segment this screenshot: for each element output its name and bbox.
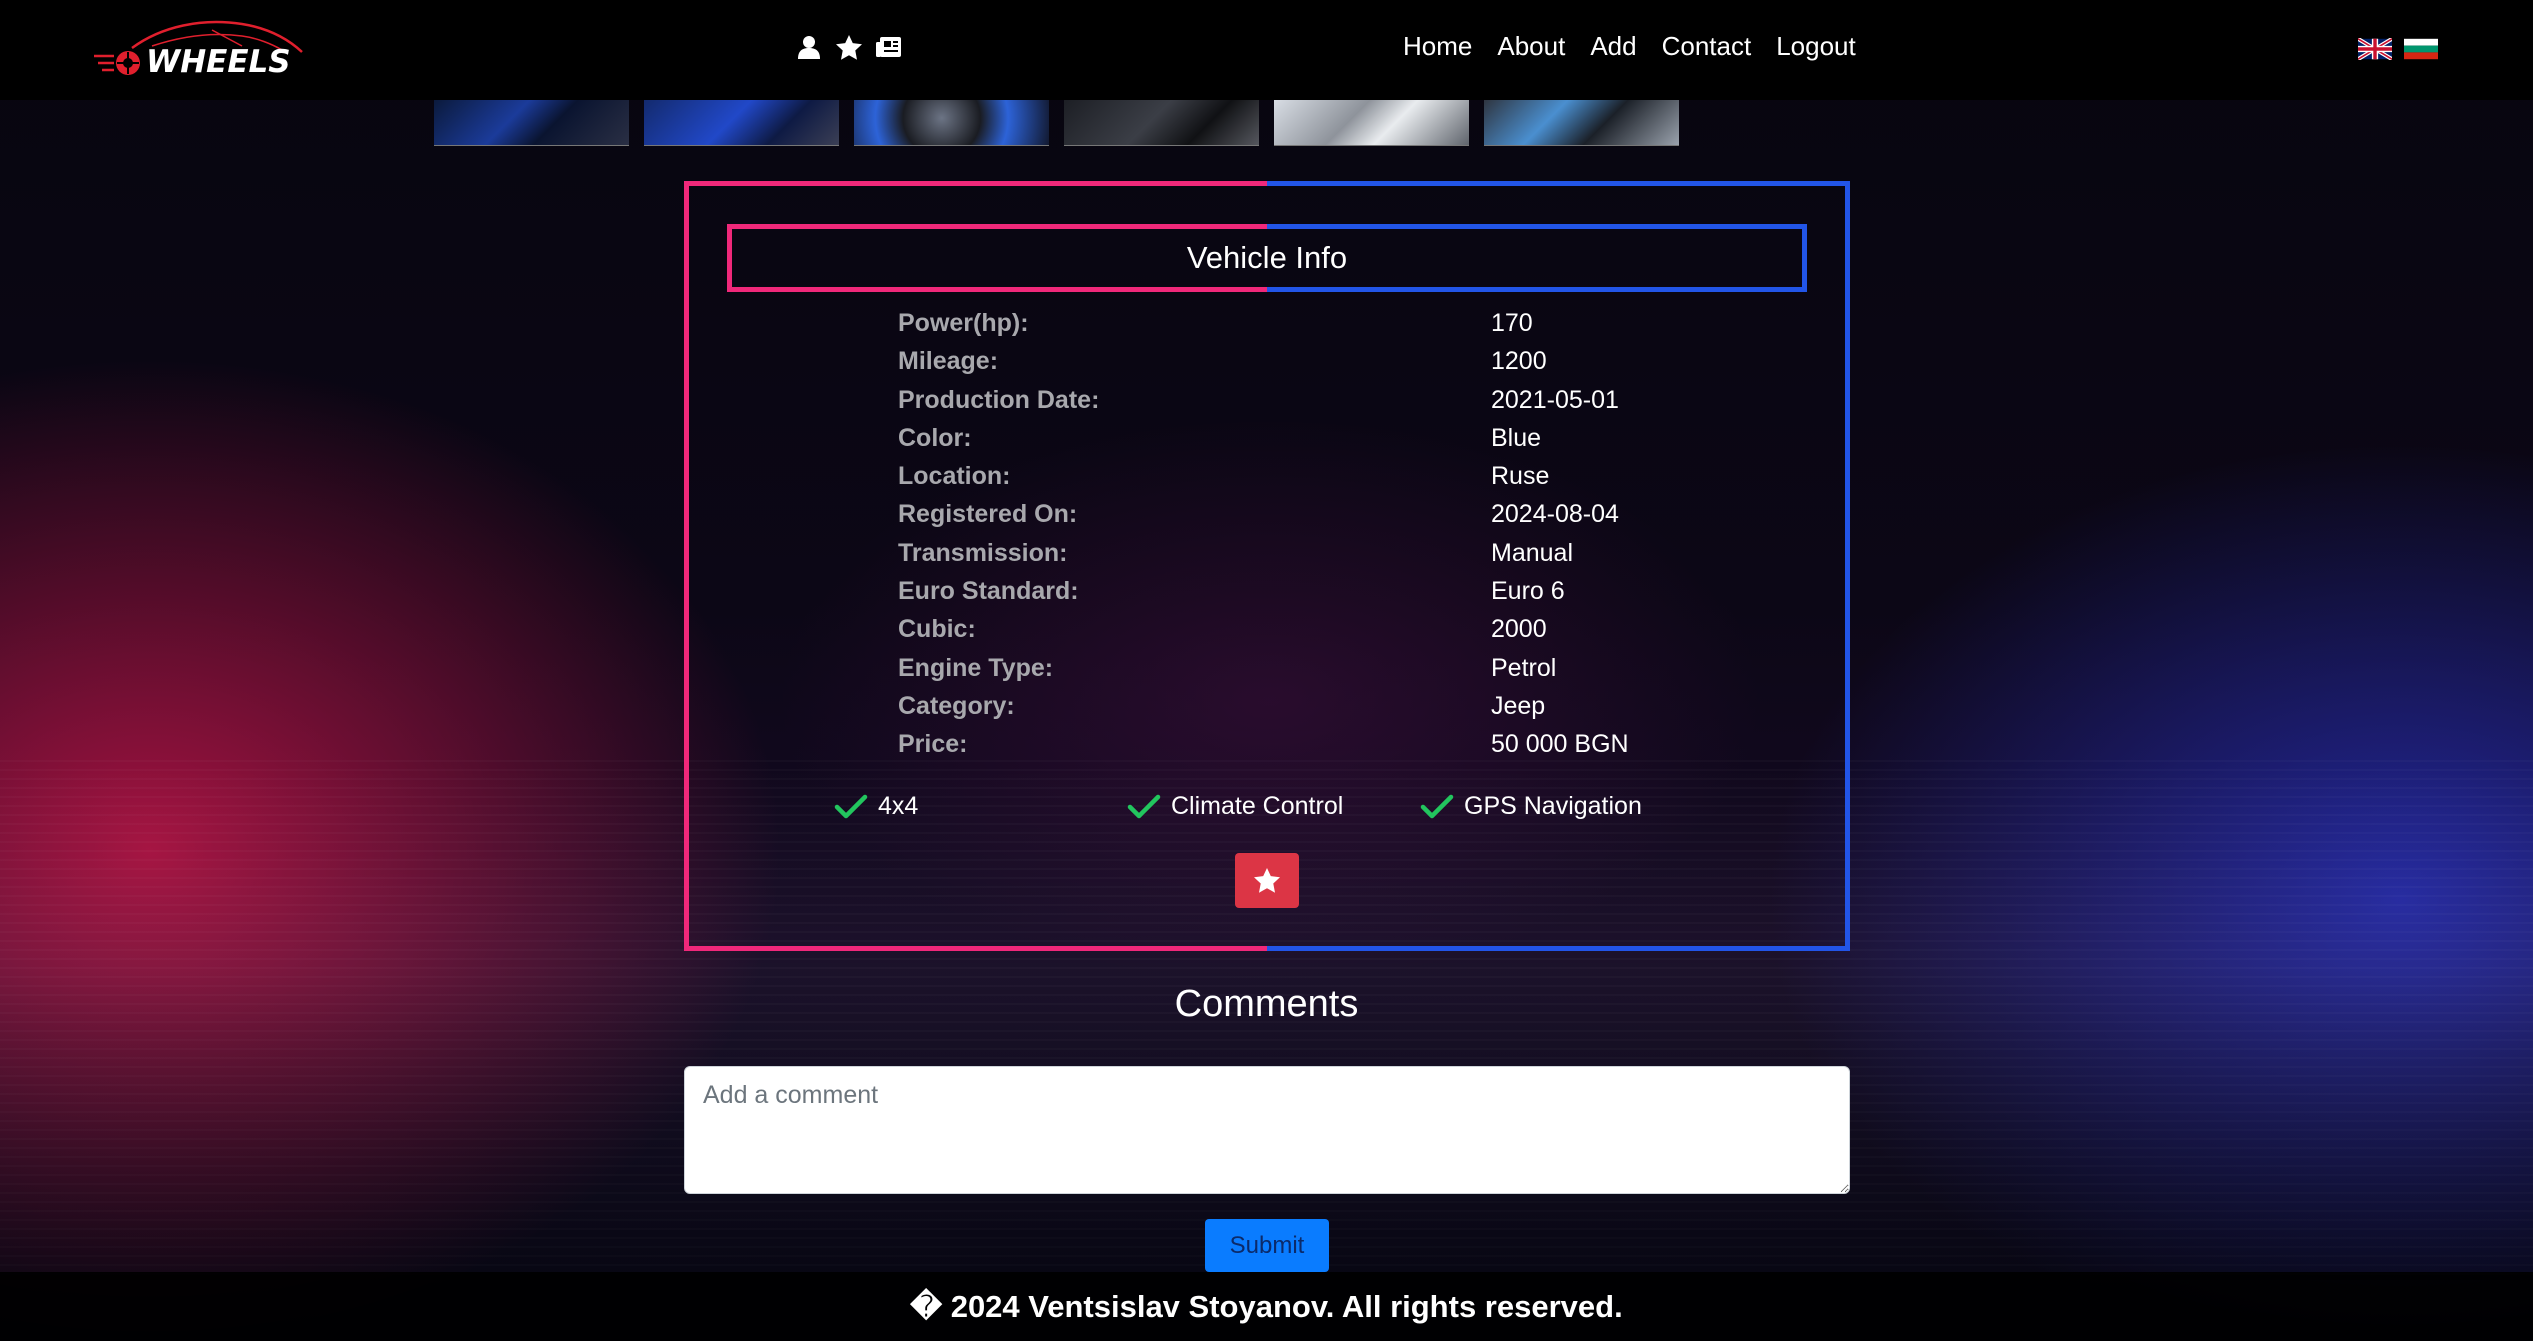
spec-label: Category: — [898, 691, 1015, 720]
comment-input[interactable] — [684, 1066, 1850, 1194]
spec-label: Power(hp): — [898, 309, 1029, 337]
spec-row-mileage: Mileage: 1200 — [898, 347, 1658, 385]
spec-row-location: Location: Ruse — [898, 462, 1658, 500]
spec-row-transmission: Transmission: Manual — [898, 539, 1658, 577]
gallery-thumbnail[interactable] — [854, 100, 1049, 146]
card-title: Vehicle Info — [1186, 240, 1348, 275]
nav-icon-group — [796, 34, 902, 60]
spec-value: Jeep — [1491, 691, 1546, 720]
check-icon — [834, 794, 868, 818]
spec-label: Engine Type: — [898, 653, 1054, 682]
spec-label: Registered On: — [898, 500, 1078, 529]
footer: � 2024 Ventsislav Stoyanov. All rights r… — [0, 1272, 2533, 1341]
spec-label: Transmission: — [898, 538, 1068, 567]
spec-row-registered-on: Registered On: 2024-08-04 — [898, 500, 1658, 538]
uk-flag-icon[interactable] — [2358, 38, 2392, 60]
spec-label: Euro Standard: — [898, 577, 1079, 606]
gallery-thumbnail[interactable] — [1064, 100, 1259, 146]
gallery-thumbnail[interactable] — [434, 100, 629, 146]
spec-row-engine-type: Engine Type: Petrol — [898, 654, 1658, 692]
spec-row-power: Power(hp): 170 — [898, 309, 1658, 347]
feature-list: 4x4 Climate Control GPS Navigation — [834, 792, 1713, 821]
feature-item: Climate Control — [1127, 792, 1420, 821]
brand-name: WHEELS — [146, 44, 291, 80]
nav-link-logout[interactable]: Logout — [1776, 31, 1856, 62]
check-icon — [1127, 794, 1161, 818]
spec-value: Blue — [1491, 423, 1542, 452]
feature-label: GPS Navigation — [1464, 792, 1642, 820]
spec-row-price: Price: 50 000 BGN — [898, 730, 1658, 768]
nav-link-home[interactable]: Home — [1403, 31, 1472, 62]
spec-row-color: Color: Blue — [898, 424, 1658, 462]
spec-row-cubic: Cubic: 2000 — [898, 615, 1658, 653]
spec-label: Mileage: — [898, 347, 999, 376]
brand-logo[interactable]: WHEELS — [92, 16, 312, 82]
spec-value: Ruse — [1491, 462, 1550, 491]
check-icon — [1420, 794, 1454, 818]
feature-item: GPS Navigation — [1420, 792, 1713, 821]
nav-link-about[interactable]: About — [1497, 31, 1565, 62]
nav-links: Home About Add Contact Logout — [1403, 31, 1856, 62]
spec-label: Cubic: — [898, 615, 976, 644]
card-title-box: Vehicle Info — [727, 224, 1807, 292]
spec-label: Location: — [898, 462, 1011, 491]
spec-label: Color: — [898, 423, 972, 452]
nav-link-add[interactable]: Add — [1590, 31, 1636, 62]
vehicle-info-card: Vehicle Info Power(hp): 170 Mileage: 120… — [684, 181, 1850, 951]
spec-row-category: Category: Jeep — [898, 692, 1658, 730]
feature-label: 4x4 — [878, 792, 919, 820]
spec-value: Euro 6 — [1491, 577, 1565, 606]
feature-label: Climate Control — [1171, 792, 1344, 820]
spec-value: 2024-08-04 — [1491, 500, 1619, 529]
spec-list: Power(hp): 170 Mileage: 1200 Production … — [898, 309, 1658, 769]
language-switcher — [2358, 38, 2438, 60]
spec-value: Manual — [1491, 538, 1573, 567]
spec-value: 2021-05-01 — [1491, 385, 1619, 414]
add-to-favorites-button[interactable] — [1235, 853, 1299, 908]
spec-value: 170 — [1491, 309, 1533, 337]
spec-value: Petrol — [1491, 653, 1557, 682]
spec-label: Production Date: — [898, 385, 1100, 414]
spec-value: 1200 — [1491, 347, 1547, 376]
gallery-thumbnail[interactable] — [1484, 100, 1679, 146]
spec-label: Price: — [898, 730, 968, 759]
copyright-text: � 2024 Ventsislav Stoyanov. All rights r… — [910, 1288, 1623, 1324]
spec-row-production-date: Production Date: 2021-05-01 — [898, 386, 1658, 424]
submit-comment-button[interactable]: Submit — [1205, 1219, 1329, 1272]
gallery-thumbnail[interactable] — [1274, 100, 1469, 146]
nav-link-contact[interactable]: Contact — [1662, 31, 1752, 62]
newspaper-icon[interactable] — [876, 34, 902, 60]
star-icon[interactable] — [836, 34, 862, 60]
feature-item: 4x4 — [834, 792, 1127, 821]
spec-value: 50 000 BGN — [1491, 730, 1629, 759]
bulgaria-flag-icon[interactable] — [2404, 38, 2438, 60]
comments-heading: Comments — [1174, 983, 1359, 1025]
star-icon — [1254, 868, 1280, 893]
spec-row-euro-standard: Euro Standard: Euro 6 — [898, 577, 1658, 615]
image-gallery — [434, 100, 1679, 146]
user-icon[interactable] — [796, 34, 822, 60]
navbar: WHEELS Home About Add Contact Logout — [0, 0, 2533, 100]
gallery-thumbnail[interactable] — [644, 100, 839, 146]
spec-value: 2000 — [1491, 615, 1547, 644]
